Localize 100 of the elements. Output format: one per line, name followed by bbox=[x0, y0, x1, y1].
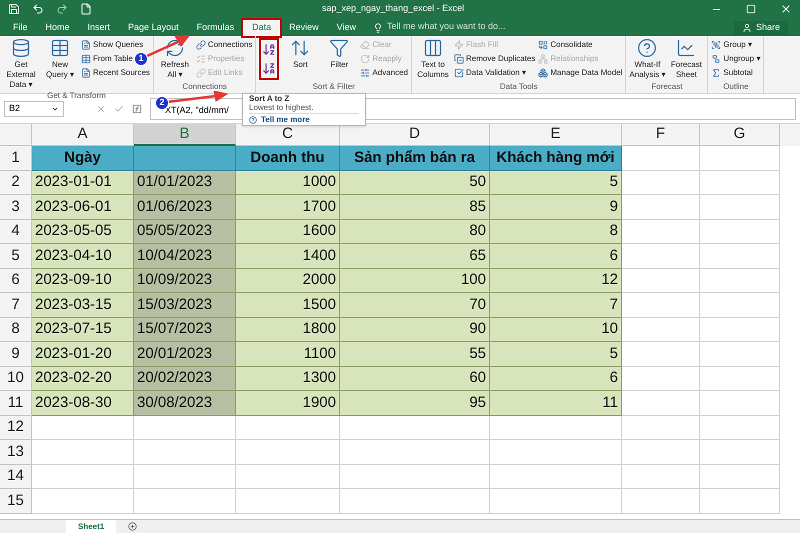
row-header[interactable]: 1 bbox=[0, 146, 32, 170]
close-icon[interactable] bbox=[780, 3, 792, 15]
ribbon-icon bbox=[196, 54, 206, 64]
group-label: Forecast bbox=[651, 81, 682, 93]
ribbon-icon bbox=[711, 40, 722, 50]
ribbon-button[interactable]: Group ▾ bbox=[711, 38, 760, 52]
ribbon-icon bbox=[196, 40, 206, 50]
table-cell: Ngày bbox=[32, 146, 134, 170]
ribbon-button[interactable]: Forecast Sheet bbox=[668, 38, 704, 80]
table-cell: 6 bbox=[490, 366, 622, 391]
ribbon-tab[interactable]: Home bbox=[36, 20, 79, 36]
tooltip-title: Sort A to Z bbox=[249, 95, 290, 103]
ribbon-icon bbox=[454, 40, 464, 50]
redo-icon[interactable] bbox=[56, 3, 68, 15]
save-icon[interactable] bbox=[8, 3, 20, 15]
ribbon-button[interactable]: New Query ▾ bbox=[42, 38, 78, 80]
ribbon-button[interactable]: Text to Columns bbox=[415, 38, 451, 80]
table-cell: 85 bbox=[340, 195, 490, 220]
group-label: Sort & Filter bbox=[312, 81, 355, 93]
ribbon-tab[interactable]: View bbox=[328, 20, 365, 36]
ribbon-button[interactable]: Consolidate bbox=[538, 38, 622, 52]
table-cell: 10/04/2023 bbox=[134, 244, 236, 268]
help-icon bbox=[249, 116, 257, 124]
table-cell: 11 bbox=[490, 391, 622, 416]
ribbon-icon bbox=[538, 68, 548, 78]
undo-icon[interactable] bbox=[32, 3, 44, 15]
ribbon-button[interactable]: Recent Sources bbox=[81, 66, 150, 80]
row-header[interactable]: 5 bbox=[0, 244, 32, 268]
table-cell: 7 bbox=[490, 293, 622, 318]
row-header[interactable]: 2 bbox=[0, 170, 32, 195]
row-header[interactable]: 14 bbox=[0, 464, 32, 489]
row-header[interactable]: 3 bbox=[0, 195, 32, 220]
ribbon-tab[interactable]: Insert bbox=[78, 20, 120, 36]
ribbon-icon bbox=[360, 40, 370, 50]
function-icon[interactable] bbox=[132, 104, 142, 114]
table-cell: 10/09/2023 bbox=[134, 268, 236, 293]
ribbon-tab[interactable]: Formulas bbox=[188, 20, 244, 36]
column-header[interactable]: G bbox=[700, 124, 780, 146]
column-header[interactable]: B bbox=[134, 124, 236, 146]
ribbon-button[interactable]: Data Validation ▾ bbox=[454, 66, 536, 80]
ribbon-button[interactable]: Advanced bbox=[360, 66, 408, 80]
table-cell: Khách hàng mới bbox=[490, 146, 622, 170]
table-cell: 10 bbox=[490, 318, 622, 342]
ribbon-icon bbox=[538, 54, 548, 64]
row-header[interactable]: 4 bbox=[0, 220, 32, 244]
sheet-tab[interactable]: Sheet1 bbox=[66, 520, 116, 533]
ribbon-tab[interactable]: Page Layout bbox=[119, 20, 188, 36]
ribbon-icon bbox=[196, 68, 206, 78]
table-cell: 1600 bbox=[236, 220, 340, 244]
ribbon-tab[interactable]: Review bbox=[280, 20, 328, 36]
row-header[interactable]: 11 bbox=[0, 391, 32, 416]
row-header[interactable]: 7 bbox=[0, 293, 32, 318]
row-header[interactable]: 15 bbox=[0, 489, 32, 514]
ribbon-button[interactable]: Filter bbox=[321, 38, 358, 70]
ribbon-button[interactable]: Manage Data Model bbox=[538, 66, 622, 80]
ribbon-icon bbox=[423, 38, 443, 58]
tell-me-more-link[interactable]: Tell me more bbox=[249, 113, 359, 124]
table-cell: 1500 bbox=[236, 293, 340, 318]
table-cell: 1700 bbox=[236, 195, 340, 220]
column-header[interactable]: F bbox=[622, 124, 700, 146]
ribbon-button[interactable]: Show Queries bbox=[81, 38, 150, 52]
table-cell: 55 bbox=[340, 342, 490, 366]
search-hint[interactable]: Tell me what you want to do... bbox=[387, 20, 506, 33]
ribbon-icon bbox=[81, 54, 91, 64]
share-button[interactable]: Share bbox=[734, 21, 788, 35]
ribbon-tab[interactable]: Data bbox=[243, 20, 280, 36]
maximize-icon[interactable] bbox=[746, 4, 756, 14]
row-header[interactable]: 6 bbox=[0, 268, 32, 293]
table-cell: 100 bbox=[340, 268, 490, 293]
ribbon-button[interactable]: Ungroup ▾ bbox=[711, 52, 760, 66]
name-box[interactable]: B2 bbox=[4, 100, 64, 116]
table-cell: 50 bbox=[340, 170, 490, 195]
add-sheet-icon[interactable] bbox=[128, 522, 138, 531]
row-header[interactable]: 10 bbox=[0, 366, 32, 391]
ribbon-button[interactable]: Get External Data ▾ bbox=[3, 38, 39, 90]
table-cell: 2023-01-01 bbox=[32, 170, 134, 195]
group-label: Data Tools bbox=[500, 81, 538, 93]
row-header[interactable]: 13 bbox=[0, 440, 32, 464]
ribbon-button[interactable]: Remove Duplicates bbox=[454, 52, 536, 66]
group-label: Connections bbox=[182, 81, 227, 93]
annotation-arrow bbox=[146, 34, 190, 58]
ribbon-icon bbox=[81, 40, 91, 50]
table-cell: 05/05/2023 bbox=[134, 220, 236, 244]
table-cell: 1400 bbox=[236, 244, 340, 268]
ribbon-button[interactable]: What-If Analysis ▾ bbox=[629, 38, 666, 80]
row-header[interactable]: 8 bbox=[0, 318, 32, 342]
table-cell: 5 bbox=[490, 170, 622, 195]
row-header[interactable]: 12 bbox=[0, 416, 32, 440]
ribbon-icon bbox=[360, 68, 370, 78]
table-cell: 2023-08-30 bbox=[32, 391, 134, 416]
table-cell: 1800 bbox=[236, 318, 340, 342]
ribbon-button[interactable]: Connections bbox=[196, 38, 252, 52]
row-header[interactable]: 9 bbox=[0, 342, 32, 366]
ribbon-button[interactable]: Subtotal bbox=[711, 66, 760, 80]
table-cell: 2023-06-01 bbox=[32, 195, 134, 220]
new-file-icon[interactable] bbox=[80, 3, 92, 15]
ribbon-tab[interactable]: File bbox=[4, 20, 37, 36]
ribbon-icon bbox=[538, 40, 548, 50]
table-cell: 30/08/2023 bbox=[134, 391, 236, 416]
ribbon-button[interactable]: Sort bbox=[282, 38, 318, 70]
